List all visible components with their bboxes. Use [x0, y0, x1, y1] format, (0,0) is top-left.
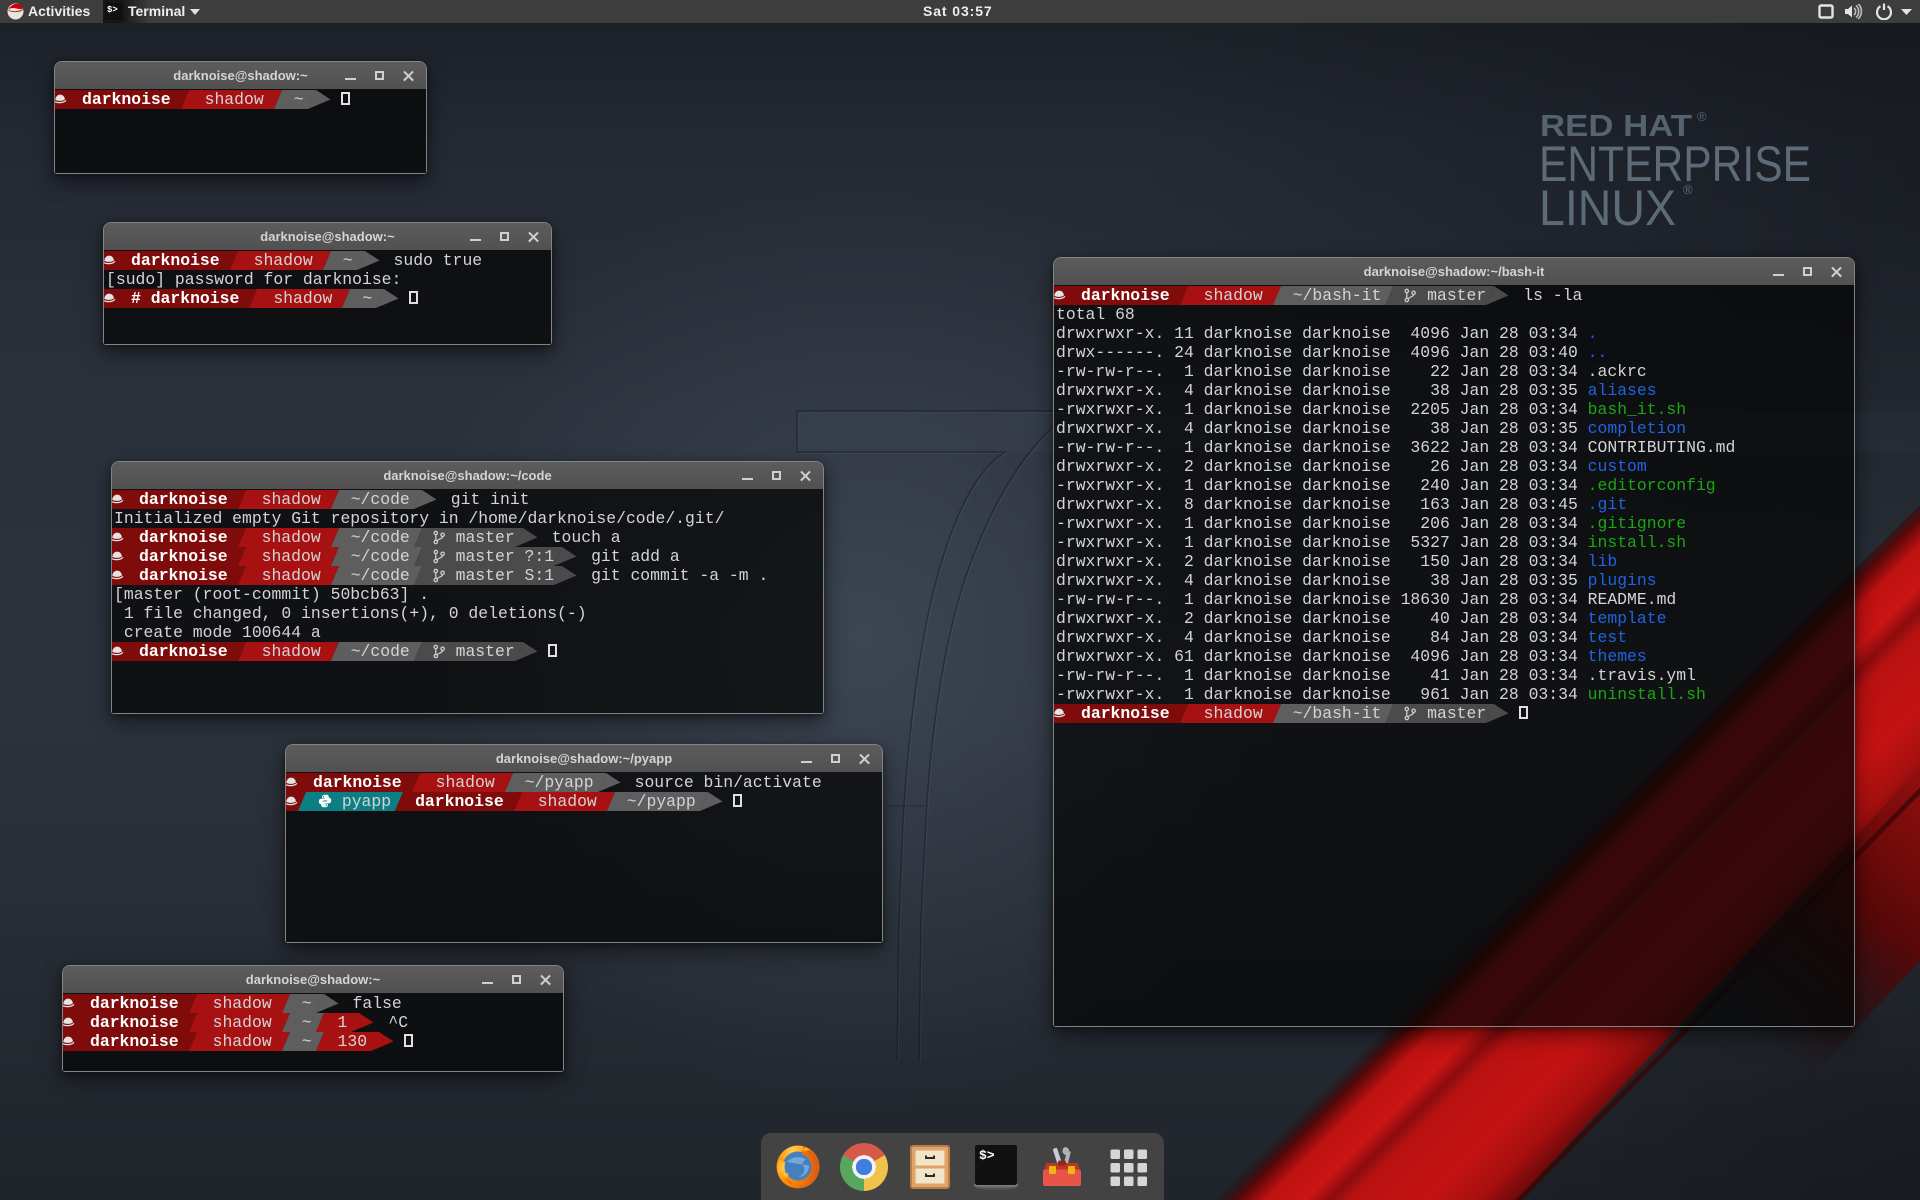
- svg-text:®: ®: [1683, 182, 1693, 197]
- svg-text:$>: $>: [979, 1148, 995, 1163]
- svg-text:®: ®: [1697, 109, 1707, 124]
- svg-text:LINUX: LINUX: [1539, 180, 1676, 236]
- svg-text:$>: $>: [107, 5, 118, 15]
